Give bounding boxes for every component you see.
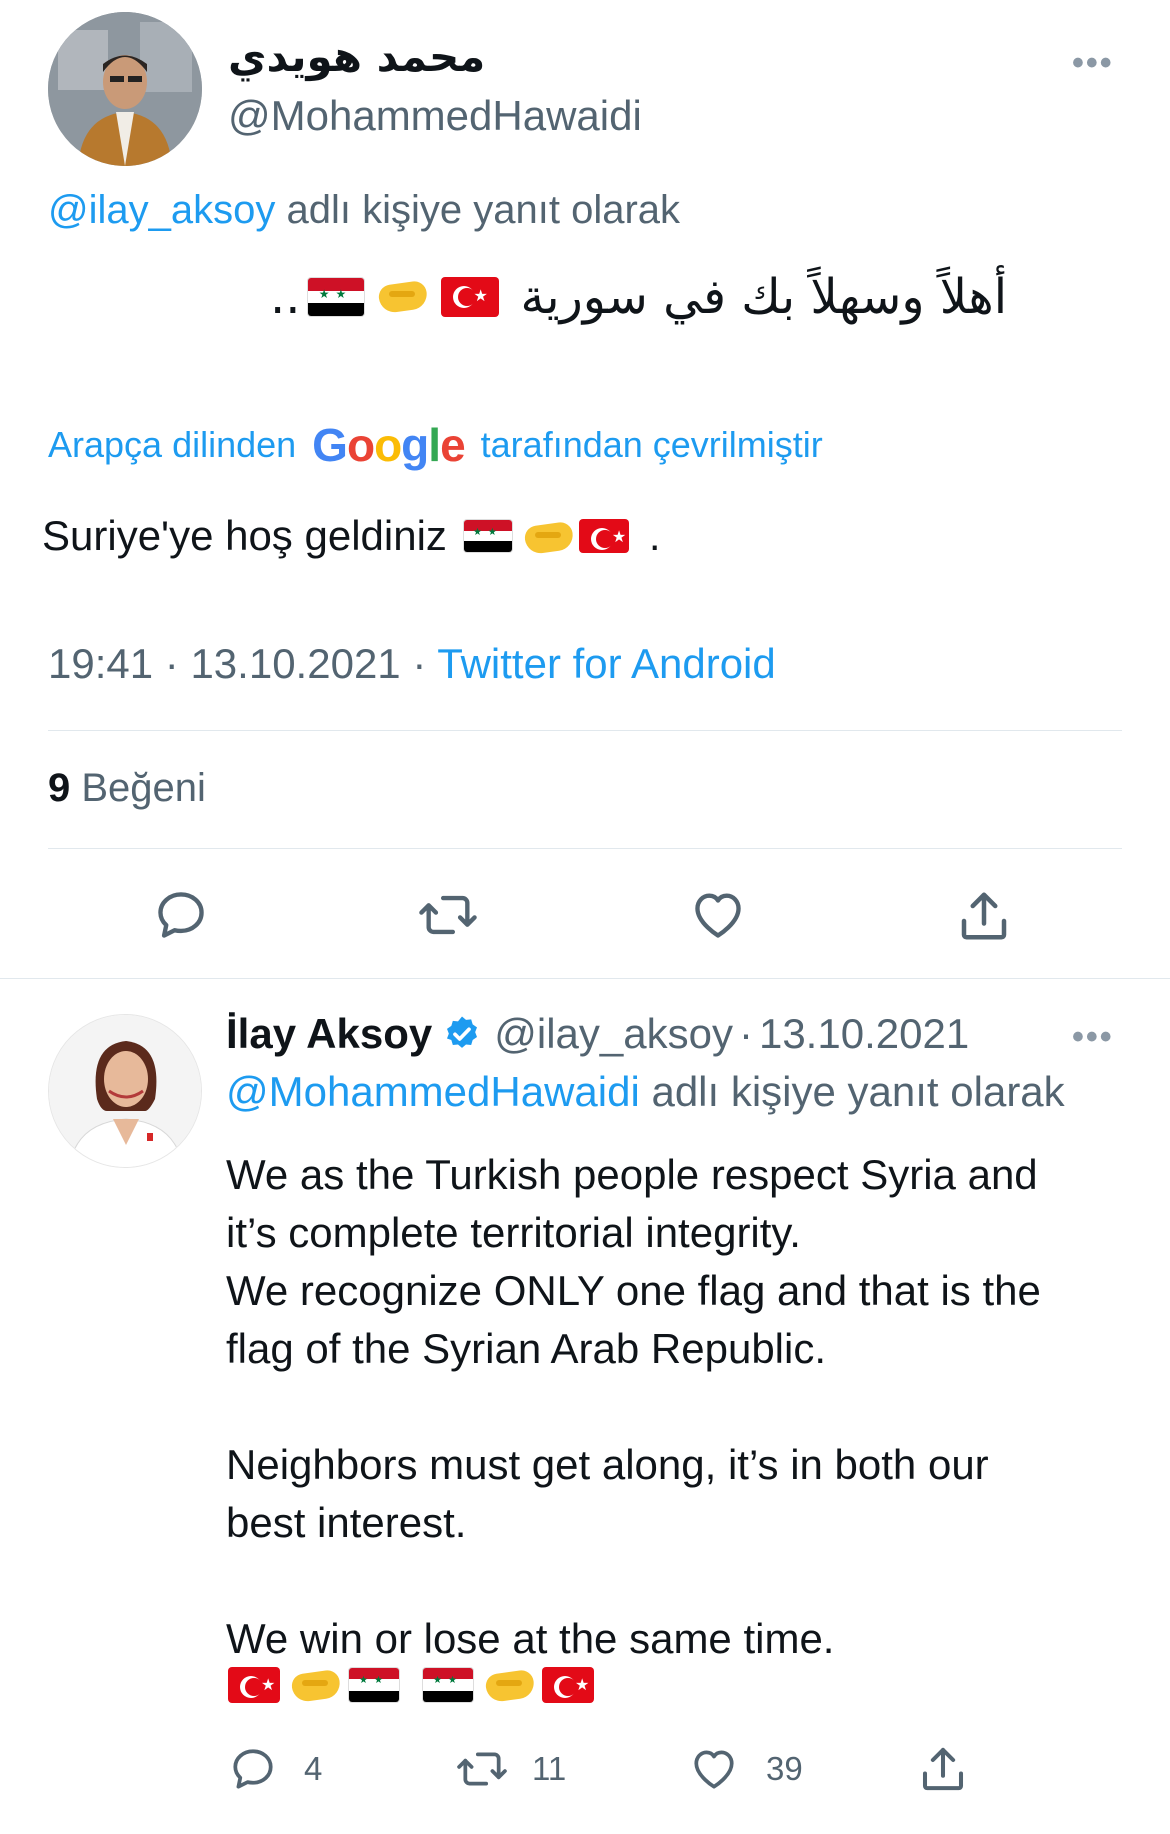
reply-icon xyxy=(158,892,204,938)
reply-text-line: Neighbors must get along, it’s in both o… xyxy=(226,1441,989,1488)
meta-separator: · xyxy=(738,1010,753,1057)
author-avatar[interactable] xyxy=(48,12,202,166)
tweet-source-link[interactable]: Twitter for Android xyxy=(437,640,775,687)
reply-header: İlay Aksoy @ilay_aksoy · 13.10.2021 xyxy=(226,1010,969,1058)
reply-reply-button[interactable]: 4 xyxy=(228,1744,322,1794)
turkey-flag-icon: ★ xyxy=(542,1667,594,1703)
tweet-text-arabic: .. ★★ ★ أهلاً وسهلاً بك في سورية xyxy=(270,262,1124,332)
retweet-count: 11 xyxy=(532,1750,567,1787)
syria-flag-icon: ★★ xyxy=(348,1667,400,1703)
divider xyxy=(48,730,1122,731)
like-count: 39 xyxy=(766,1750,803,1787)
translation-suffix: tarafından çevrilmiştir xyxy=(480,424,823,465)
reply-retweet-button[interactable]: 11 xyxy=(454,1744,566,1794)
google-logo: Google xyxy=(312,419,465,471)
reply-date[interactable]: 13.10.2021 xyxy=(759,1010,969,1058)
translation-prefix: Arapça dilinden xyxy=(48,424,297,465)
share-icon xyxy=(961,892,1007,940)
translation-attribution[interactable]: Arapça dilinden Google tarafından çevril… xyxy=(48,418,823,472)
handshake-icon xyxy=(521,518,571,554)
reply-to-link[interactable]: @MohammedHawaidi xyxy=(226,1068,640,1115)
verified-badge-icon xyxy=(447,1016,478,1048)
reply-text-line: best interest. xyxy=(226,1499,467,1546)
more-options-button[interactable]: ••• xyxy=(1072,44,1114,83)
reply-author-name[interactable]: İlay Aksoy xyxy=(226,1010,432,1058)
reply-icon xyxy=(233,1749,273,1789)
reply-text-line: We win or lose at the same time. xyxy=(226,1615,835,1662)
tweet-date: 13.10.2021 xyxy=(190,640,401,687)
syria-flag-icon: ★★ xyxy=(462,519,513,553)
author-handle[interactable]: @MohammedHawaidi xyxy=(228,92,642,140)
share-icon xyxy=(922,1747,964,1791)
syria-flag-icon: ★★ xyxy=(306,277,365,317)
meta-separator: · xyxy=(164,640,179,687)
retweet-icon xyxy=(457,1752,507,1786)
retweet-button[interactable] xyxy=(416,886,480,944)
reply-author-avatar[interactable] xyxy=(48,1014,202,1168)
handshake-icon xyxy=(482,1666,534,1704)
reply-text-line: We as the Turkish people respect Syria a… xyxy=(226,1151,1038,1198)
reply-author-handle[interactable]: @ilay_aksoy xyxy=(494,1010,733,1058)
divider xyxy=(48,848,1122,849)
like-button[interactable] xyxy=(688,886,748,944)
reply-text-line: We recognize ONLY one flag and that is t… xyxy=(226,1267,1041,1314)
tweet-time: 19:41 xyxy=(48,640,154,687)
handshake-icon xyxy=(288,1666,340,1704)
reply-to-suffix: adlı kişiye yanıt olarak xyxy=(651,1068,1065,1115)
reply-button[interactable] xyxy=(152,886,210,944)
likes-summary[interactable]: 9 Beğeni xyxy=(48,766,206,811)
arabic-trail: .. xyxy=(270,269,301,325)
handshake-icon xyxy=(375,277,431,317)
reply-emoji-row: ★ ★★ ★★ ★ xyxy=(228,1666,594,1704)
likes-label: Beğeni xyxy=(81,766,206,810)
avatar-photo xyxy=(48,12,202,166)
share-button[interactable] xyxy=(954,886,1014,946)
reply-text: We as the Turkish people respect Syria a… xyxy=(226,1146,1146,1668)
avatar-photo xyxy=(49,1015,201,1167)
reply-context: @MohammedHawaidi adlı kişiye yanıt olara… xyxy=(226,1068,1065,1116)
reply-like-button[interactable]: 39 xyxy=(688,1744,803,1794)
author-name[interactable]: محمد هويدي xyxy=(228,32,485,81)
reply-text-line: flag of the Syrian Arab Republic. xyxy=(226,1325,827,1372)
section-divider xyxy=(0,978,1170,979)
translated-text: Suriye'ye hoş geldiniz ★★ ★ . xyxy=(42,512,661,560)
reply-context: @ilay_aksoy adlı kişiye yanıt olarak xyxy=(48,188,680,233)
turkey-flag-icon: ★ xyxy=(228,1667,280,1703)
translated-trail: . xyxy=(648,512,661,559)
syria-flag-icon: ★★ xyxy=(422,1667,474,1703)
heart-icon xyxy=(695,893,741,938)
reply-count: 4 xyxy=(304,1750,323,1787)
reply-share-button[interactable] xyxy=(916,1742,970,1796)
meta-separator: · xyxy=(412,640,427,687)
tweet-metadata: 19:41 · 13.10.2021 · Twitter for Android xyxy=(48,640,776,688)
translated-body: Suriye'ye hoş geldiniz xyxy=(42,512,447,559)
heart-icon xyxy=(694,1750,734,1789)
reply-to-link[interactable]: @ilay_aksoy xyxy=(48,188,275,232)
likes-count: 9 xyxy=(48,766,71,810)
reply-to-suffix: adlı kişiye yanıt olarak xyxy=(286,188,681,232)
reply-text-line: it’s complete territorial integrity. xyxy=(226,1209,801,1256)
arabic-text: أهلاً وسهلاً بك في سورية xyxy=(520,269,1008,325)
reply-more-options-button[interactable]: ••• xyxy=(1072,1018,1114,1057)
retweet-icon xyxy=(419,895,477,935)
turkey-flag-icon: ★ xyxy=(440,277,499,317)
turkey-flag-icon: ★ xyxy=(578,519,629,553)
